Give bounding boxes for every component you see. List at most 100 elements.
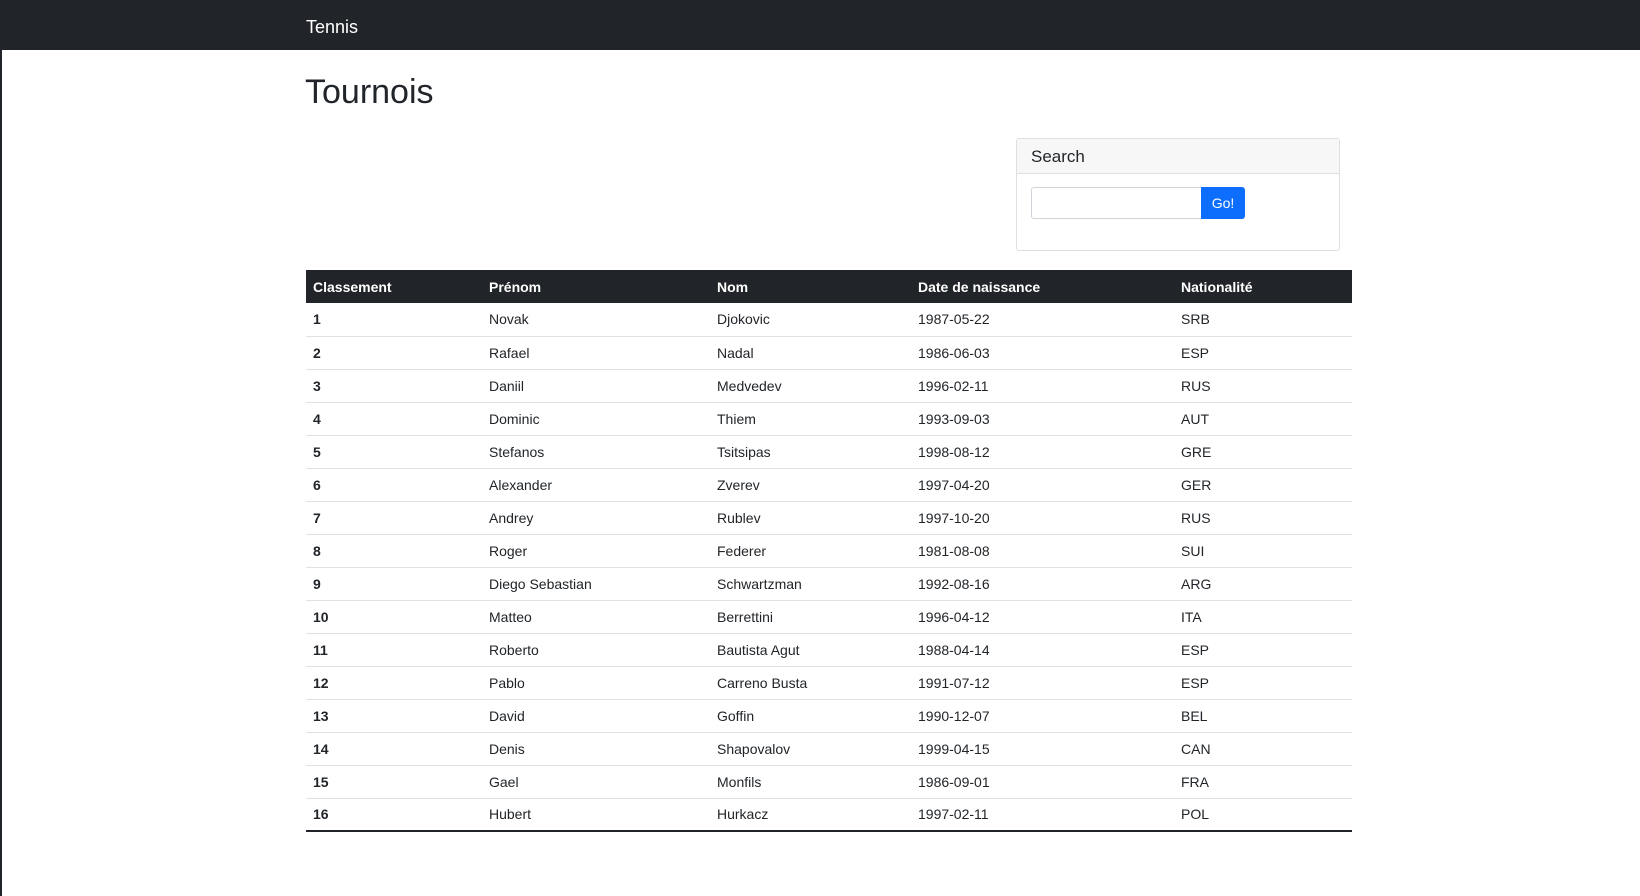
first-name-cell: Dominic xyxy=(482,402,710,436)
rank-cell: 15 xyxy=(306,765,482,799)
last-name-cell: Berrettini xyxy=(710,600,911,634)
column-header-prenom: Prénom xyxy=(482,270,710,303)
nationality-cell: AUT xyxy=(1174,402,1352,436)
rank-cell: 1 xyxy=(306,303,482,337)
table-row: 4 Dominic Thiem 1993-09-03 AUT xyxy=(306,402,1352,436)
page-title: Tournois xyxy=(305,73,434,111)
rank-cell: 5 xyxy=(306,435,482,469)
navbar-brand-link[interactable]: Tennis xyxy=(306,16,358,38)
table-row: 3 Daniil Medvedev 1996-02-11 RUS xyxy=(306,369,1352,403)
table-row: 14 Denis Shapovalov 1999-04-15 CAN xyxy=(306,732,1352,766)
last-name-cell: Zverev xyxy=(710,468,911,502)
birth-date-cell: 1997-10-20 xyxy=(911,501,1174,535)
nationality-cell: ITA xyxy=(1174,600,1352,634)
last-name-cell: Tsitsipas xyxy=(710,435,911,469)
birth-date-cell: 1996-02-11 xyxy=(911,369,1174,403)
last-name-cell: Monfils xyxy=(710,765,911,799)
first-name-cell: Rafael xyxy=(482,336,710,370)
search-input-group: Go! xyxy=(1031,187,1245,219)
last-name-cell: Thiem xyxy=(710,402,911,436)
last-name-cell: Goffin xyxy=(710,699,911,733)
nationality-cell: ESP xyxy=(1174,633,1352,667)
last-name-cell: Rublev xyxy=(710,501,911,535)
first-name-cell: Daniil xyxy=(482,369,710,403)
first-name-cell: Pablo xyxy=(482,666,710,700)
table-row: 15 Gael Monfils 1986-09-01 FRA xyxy=(306,765,1352,799)
search-input[interactable] xyxy=(1031,187,1201,219)
first-name-cell: Novak xyxy=(482,303,710,337)
birth-date-cell: 1990-12-07 xyxy=(911,699,1174,733)
rank-cell: 14 xyxy=(306,732,482,766)
birth-date-cell: 1986-06-03 xyxy=(911,336,1174,370)
nationality-cell: GRE xyxy=(1174,435,1352,469)
birth-date-cell: 1998-08-12 xyxy=(911,435,1174,469)
nationality-cell: BEL xyxy=(1174,699,1352,733)
nationality-cell: GER xyxy=(1174,468,1352,502)
rank-cell: 7 xyxy=(306,501,482,535)
table-row: 11 Roberto Bautista Agut 1988-04-14 ESP xyxy=(306,633,1352,667)
table-row: 9 Diego Sebastian Schwartzman 1992-08-16 ARG xyxy=(306,567,1352,601)
first-name-cell: Diego Sebastian xyxy=(482,567,710,601)
rank-cell: 12 xyxy=(306,666,482,700)
first-name-cell: Gael xyxy=(482,765,710,799)
birth-date-cell: 1999-04-15 xyxy=(911,732,1174,766)
nationality-cell: SRB xyxy=(1174,303,1352,337)
birth-date-cell: 1988-04-14 xyxy=(911,633,1174,667)
birth-date-cell: 1986-09-01 xyxy=(911,765,1174,799)
table-row: 12 Pablo Carreno Busta 1991-07-12 ESP xyxy=(306,666,1352,700)
birth-date-cell: 1992-08-16 xyxy=(911,567,1174,601)
nationality-cell: RUS xyxy=(1174,369,1352,403)
nationality-cell: POL xyxy=(1174,798,1352,832)
column-header-nom: Nom xyxy=(710,270,911,303)
first-name-cell: Andrey xyxy=(482,501,710,535)
birth-date-cell: 1993-09-03 xyxy=(911,402,1174,436)
first-name-cell: Roger xyxy=(482,534,710,568)
rank-cell: 16 xyxy=(306,798,482,832)
rank-cell: 4 xyxy=(306,402,482,436)
nationality-cell: ESP xyxy=(1174,666,1352,700)
birth-date-cell: 1991-07-12 xyxy=(911,666,1174,700)
first-name-cell: Stefanos xyxy=(482,435,710,469)
birth-date-cell: 1981-08-08 xyxy=(911,534,1174,568)
last-name-cell: Carreno Busta xyxy=(710,666,911,700)
first-name-cell: Hubert xyxy=(482,798,710,832)
last-name-cell: Bautista Agut xyxy=(710,633,911,667)
table-header: Classement Prénom Nom Date de naissance … xyxy=(306,270,1352,303)
first-name-cell: Denis xyxy=(482,732,710,766)
rank-cell: 2 xyxy=(306,336,482,370)
rank-cell: 9 xyxy=(306,567,482,601)
table-row: 6 Alexander Zverev 1997-04-20 GER xyxy=(306,468,1352,502)
birth-date-cell: 1996-04-12 xyxy=(911,600,1174,634)
rank-cell: 3 xyxy=(306,369,482,403)
table-row: 5 Stefanos Tsitsipas 1998-08-12 GRE xyxy=(306,435,1352,469)
nationality-cell: SUI xyxy=(1174,534,1352,568)
last-name-cell: Nadal xyxy=(710,336,911,370)
birth-date-cell: 1997-04-20 xyxy=(911,468,1174,502)
birth-date-cell: 1987-05-22 xyxy=(911,303,1174,337)
nationality-cell: ARG xyxy=(1174,567,1352,601)
table-row: 7 Andrey Rublev 1997-10-20 RUS xyxy=(306,501,1352,535)
search-widget: Search Go! xyxy=(1016,138,1340,251)
table-row: 13 David Goffin 1990-12-07 BEL xyxy=(306,699,1352,733)
birth-date-cell: 1997-02-11 xyxy=(911,798,1174,832)
nationality-cell: CAN xyxy=(1174,732,1352,766)
column-header-date-de-naissance: Date de naissance xyxy=(911,270,1174,303)
table-row: 8 Roger Federer 1981-08-08 SUI xyxy=(306,534,1352,568)
first-name-cell: Roberto xyxy=(482,633,710,667)
table-row: 1 Novak Djokovic 1987-05-22 SRB xyxy=(306,303,1352,337)
rank-cell: 10 xyxy=(306,600,482,634)
first-name-cell: David xyxy=(482,699,710,733)
last-name-cell: Federer xyxy=(710,534,911,568)
rank-cell: 13 xyxy=(306,699,482,733)
browser-viewport: Tennis Tournois Search Go! Classement Pr… xyxy=(0,0,1640,896)
column-header-classement: Classement xyxy=(306,270,482,303)
first-name-cell: Matteo xyxy=(482,600,710,634)
rank-cell: 6 xyxy=(306,468,482,502)
last-name-cell: Hurkacz xyxy=(710,798,911,832)
first-name-cell: Alexander xyxy=(482,468,710,502)
table-row: 10 Matteo Berrettini 1996-04-12 ITA xyxy=(306,600,1352,634)
search-go-button[interactable]: Go! xyxy=(1201,187,1245,219)
nationality-cell: ESP xyxy=(1174,336,1352,370)
rank-cell: 8 xyxy=(306,534,482,568)
last-name-cell: Shapovalov xyxy=(710,732,911,766)
